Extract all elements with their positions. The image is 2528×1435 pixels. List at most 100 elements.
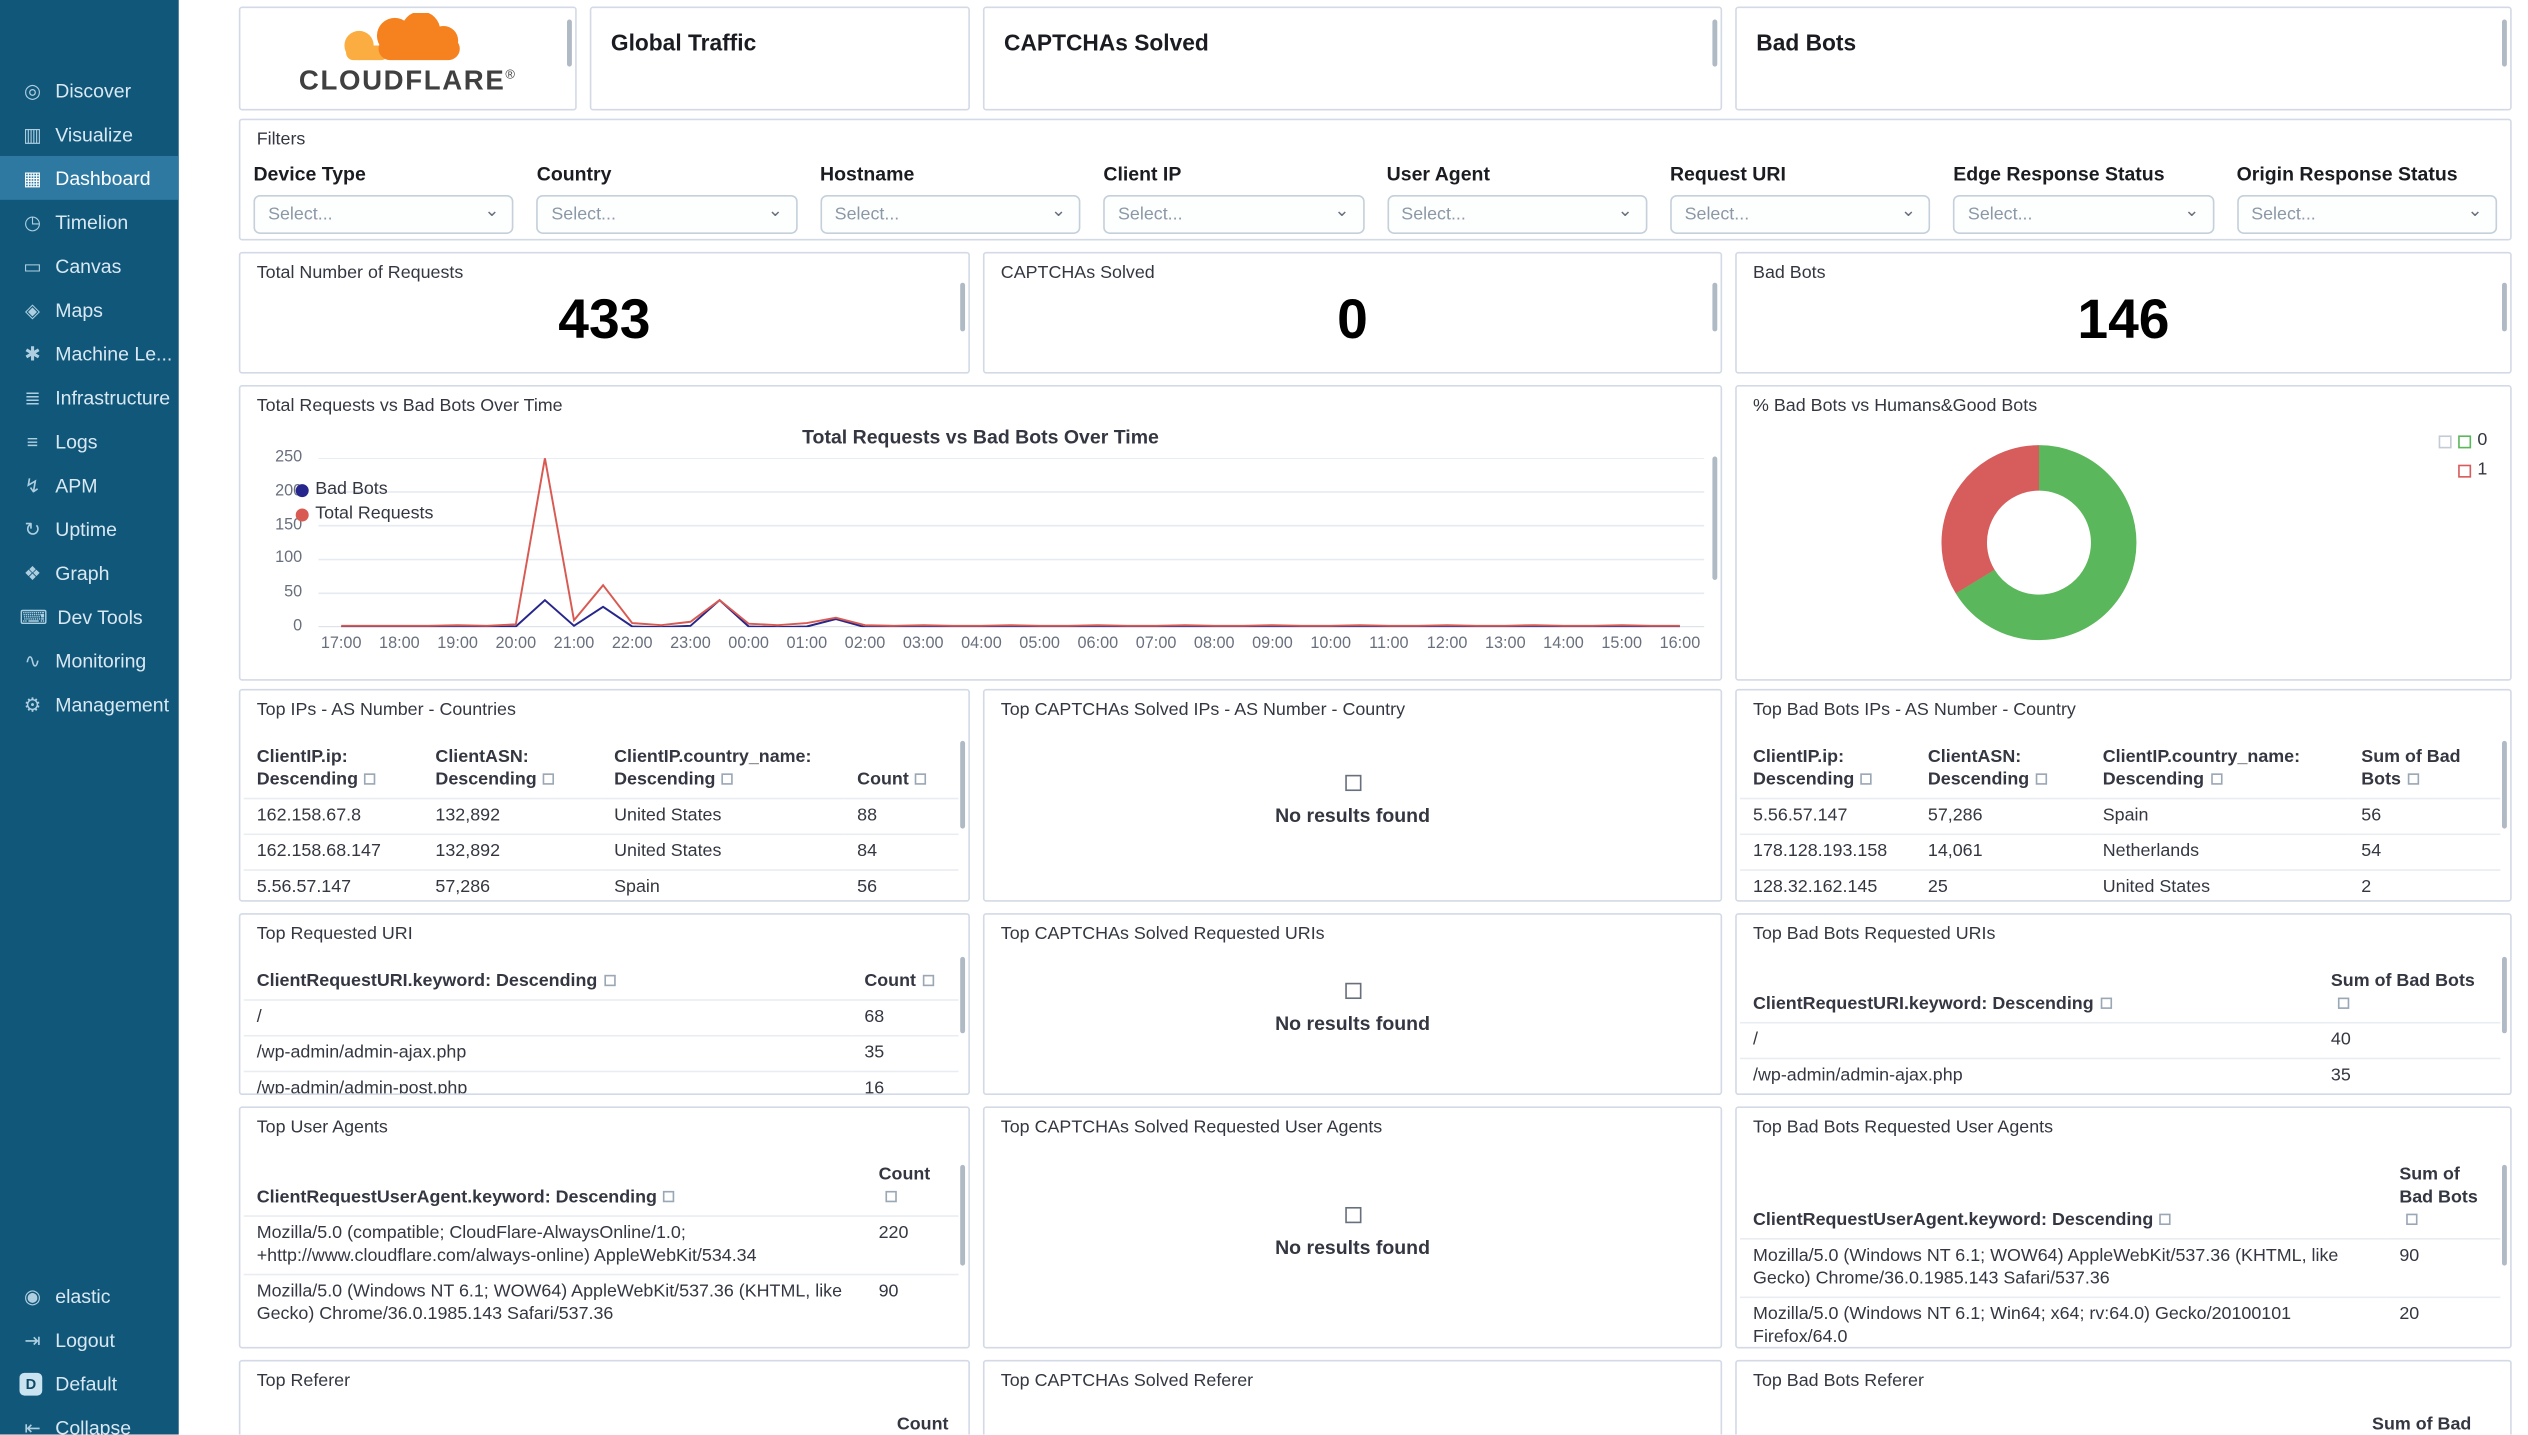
panel-scrollbar[interactable] <box>1712 20 1718 67</box>
filter-select-edge-response-status[interactable]: Select... ⌄ <box>1953 194 2214 234</box>
select-placeholder: Select... <box>551 204 616 225</box>
column-header-clientrequestuseragent-keyword-descending[interactable]: ClientRequestUserAgent.keyword: Descendi… <box>1740 1150 2386 1239</box>
elastic-icon: ◉ <box>23 1284 41 1308</box>
table-row: /68 <box>243 999 959 1036</box>
panel-scrollbar[interactable] <box>960 957 966 1033</box>
logs-icon: ≡ <box>26 429 39 453</box>
panel-scrollbar[interactable] <box>1712 456 1718 580</box>
filter-select-country[interactable]: Select... ⌄ <box>536 194 798 234</box>
panel-scrollbar[interactable] <box>2502 1165 2507 1266</box>
table-cell: 14,061 <box>1914 833 2090 871</box>
column-header-count[interactable]: Count <box>844 733 958 799</box>
panel-scrollbar[interactable] <box>2502 957 2507 1033</box>
column-header-count[interactable]: Count <box>851 957 958 1000</box>
column-header-sum-of-bad-bots[interactable]: Sum of Bad Bots <box>2386 1150 2500 1239</box>
column-header-clientasn-descending[interactable]: ClientASN: Descending <box>422 733 601 799</box>
column-header-clientrequestuseragent-keyword-descending[interactable]: ClientRequestUserAgent.keyword: Descendi… <box>244 1150 866 1216</box>
sidebar-item-uptime[interactable]: ↻ Uptime <box>0 507 179 551</box>
x-axis-labels: 17:00 18:00 19:00 20:00 21:00 22:00 23:00 00:00… <box>320 635 1701 654</box>
total-requests-metric-panel: Total Number of Requests 433 <box>238 251 970 374</box>
sidebar-item-dev-tools[interactable]: ⌨ Dev Tools <box>0 595 179 639</box>
legend-item-total-requests[interactable]: Total Requests <box>295 502 433 526</box>
table-row: /wp-admin/admin-post.php16 <box>243 1070 959 1094</box>
top-bad-bots-uris-table: ClientRequestURI.keyword: Descending Sum … <box>1737 957 2504 1094</box>
select-placeholder: Select... <box>834 204 900 225</box>
column-header-clientrequesturi-keyword-descending[interactable]: ClientRequestURI.keyword: Descending <box>1740 957 2318 1023</box>
metric-value: 0 <box>1337 289 1368 351</box>
legend-item-bad-bots[interactable]: Bad Bots <box>295 478 434 502</box>
panel-scrollbar[interactable] <box>1712 281 1718 332</box>
sidebar-item-elastic[interactable]: ◉ elastic <box>0 1274 179 1318</box>
column-header-count[interactable]: Count <box>866 1150 959 1216</box>
sidebar-item-machine-le[interactable]: ✱ Machine Le... <box>0 331 179 375</box>
line-chart <box>318 458 1705 628</box>
top-bad-bots-user-agents-panel: Top Bad Bots Requested User Agents Clien… <box>1735 1106 2512 1349</box>
column-header-clientrequesturi-keyword-descending[interactable]: ClientRequestURI.keyword: Descending <box>244 957 852 1000</box>
sidebar-item-discover[interactable]: ◎ Discover <box>0 68 179 112</box>
panel-scrollbar[interactable] <box>2502 20 2507 67</box>
legend-item-0[interactable]: 0 <box>2438 429 2487 453</box>
filter-select-user-agent[interactable]: Select... ⌄ <box>1386 194 1648 234</box>
panel-title: Top IPs - AS Number - Countries <box>256 700 516 720</box>
column-header-clientip-country-name-descending[interactable]: ClientIP.country_name: Descending <box>2090 733 2349 799</box>
sidebar-item-label: Maps <box>55 298 103 321</box>
table-cell: 5.56.57.147 <box>243 869 423 901</box>
column-header-sum-of-bad-bots[interactable]: Sum of Bad Bots <box>2318 957 2500 1023</box>
sidebar-item-label: Logout <box>55 1328 115 1351</box>
sidebar-bottom-nav: ◉ elastic ⇥ Logout D Default ⇤ Collapse <box>0 1274 179 1435</box>
filter-request-uri: Request URI Select... ⌄ <box>1669 162 1931 234</box>
top-captchas-ips-panel: Top CAPTCHAs Solved IPs - AS Number - Co… <box>982 688 1723 902</box>
panel-scrollbar[interactable] <box>960 1165 966 1266</box>
filter-select-origin-response-status[interactable]: Select... ⌄ <box>2236 194 2498 234</box>
sidebar-item-graph[interactable]: ❖ Graph <box>0 551 179 595</box>
sidebar-item-logout[interactable]: ⇥ Logout <box>0 1318 179 1362</box>
sidebar-item-dashboard[interactable]: ▦ Dashboard <box>0 155 179 200</box>
panel-heading: CAPTCHAs Solved <box>1004 29 1209 56</box>
kibana-dashboard: ◎ Discover ▥ Visualize ▦ Dashboard ◷ Timelion ▭ C… <box>0 0 2528 1435</box>
sidebar-item-default[interactable]: D Default <box>0 1361 179 1405</box>
sidebar-item-management[interactable]: ⚙ Management <box>0 682 179 726</box>
panel-scrollbar[interactable] <box>567 20 572 67</box>
column-header-clientip-country-name-descending[interactable]: ClientIP.country_name: Descending <box>601 733 844 799</box>
table-cell: 90 <box>2386 1238 2501 1298</box>
panel-scrollbar[interactable] <box>2502 740 2507 829</box>
column-header[interactable]: Count <box>897 1413 968 1434</box>
logout-icon: ⇥ <box>24 1328 41 1351</box>
sidebar-item-maps[interactable]: ◈ Maps <box>0 288 179 332</box>
column-header-clientasn-descending[interactable]: ClientASN: Descending <box>1915 733 2090 799</box>
filter-select-hostname[interactable]: Select... ⌄ <box>820 194 1081 234</box>
table-cell: 16 <box>851 1070 959 1094</box>
data-table: ClientRequestURI.keyword: Descending Sum … <box>1740 957 2501 1094</box>
top-bad-bots-ips-table: ClientIP.ip: Descending ClientASN: Descen… <box>1737 733 2504 901</box>
table-cell: Mozilla/5.0 (Windows NT 6.1; WOW64) Appl… <box>243 1273 866 1333</box>
column-header-sum-of-bad-bots[interactable]: Sum of Bad Bots <box>2348 733 2500 799</box>
apm-icon: ↯ <box>24 473 41 497</box>
top-bad-bots-referer-panel: Top Bad Bots Referer Sum of Bad Bots <box>1735 1359 2512 1435</box>
table-row: 128.32.162.145 25 United States 2 <box>1740 869 2501 901</box>
top-ips-table: ClientIP.ip: Descending ClientASN: Descen… <box>240 733 961 901</box>
sidebar-item-collapse[interactable]: ⇤ Collapse <box>0 1405 179 1435</box>
sidebar-item-logs[interactable]: ≡ Logs <box>0 419 179 463</box>
legend-item-1[interactable]: 1 <box>2438 458 2487 482</box>
panel-scrollbar[interactable] <box>960 281 966 332</box>
sidebar-item-monitoring[interactable]: ∿ Monitoring <box>0 638 179 682</box>
column-header-clientip-ip-descending[interactable]: ClientIP.ip: Descending <box>244 733 423 799</box>
sidebar-item-timelion[interactable]: ◷ Timelion <box>0 200 179 244</box>
sidebar-item-infrastructure[interactable]: ≣ Infrastructure <box>0 375 179 419</box>
table-cell: United States <box>601 833 845 871</box>
data-table: ClientIP.ip: Descending ClientASN: Descen… <box>243 733 959 901</box>
panel-scrollbar[interactable] <box>2502 281 2507 332</box>
sidebar-item-visualize[interactable]: ▥ Visualize <box>0 112 179 156</box>
filter-select-device-type[interactable]: Select... ⌄ <box>253 194 515 234</box>
table-row: 5.56.57.147 57,286 Spain 56 <box>1740 797 2501 835</box>
column-header[interactable]: Sum of Bad Bots <box>2372 1413 2489 1434</box>
panel-scrollbar[interactable] <box>960 740 966 829</box>
column-header-clientip-ip-descending[interactable]: ClientIP.ip: Descending <box>1740 733 1915 799</box>
sidebar-item-canvas[interactable]: ▭ Canvas <box>0 244 179 288</box>
panel-title: Total Requests vs Bad Bots Over Time <box>256 396 563 416</box>
table-row: 162.158.68.147 132,892 United States 84 <box>243 833 959 871</box>
table-row: 5.56.57.147 57,286 Spain 56 <box>243 869 959 901</box>
filter-select-client-ip[interactable]: Select... ⌄ <box>1103 194 1364 234</box>
sidebar-item-apm[interactable]: ↯ APM <box>0 463 179 507</box>
filter-select-request-uri[interactable]: Select... ⌄ <box>1669 194 1931 234</box>
